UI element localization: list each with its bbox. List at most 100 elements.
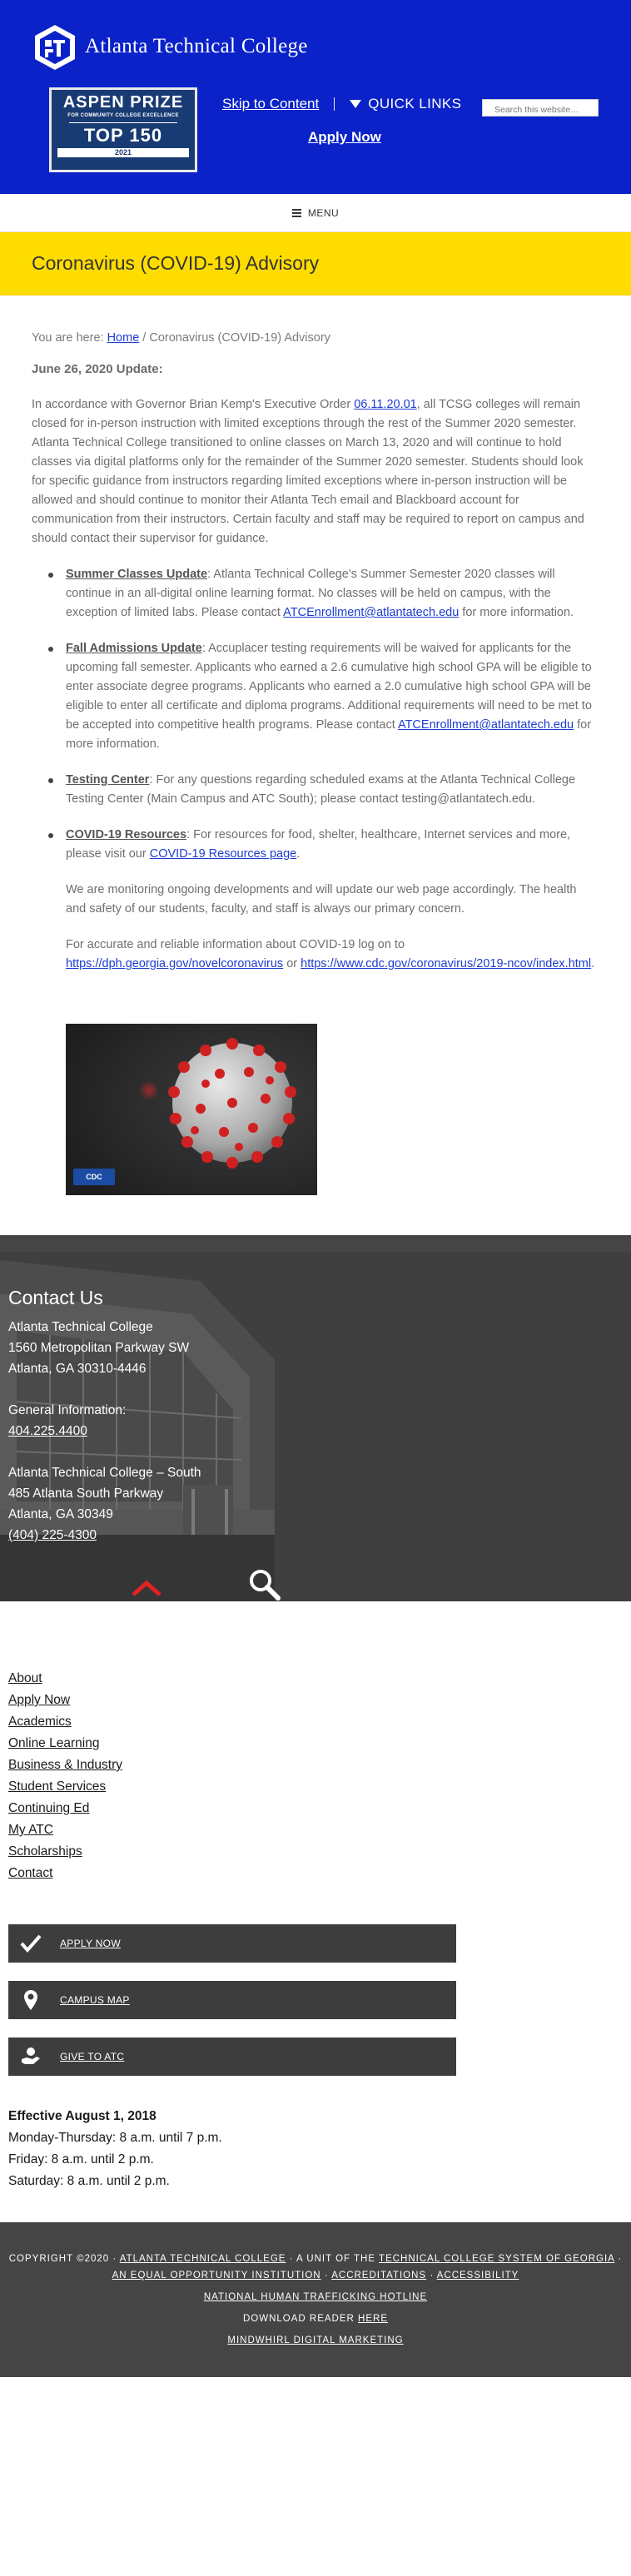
covid-resources-title: COVID-19 Resources bbox=[66, 828, 187, 841]
give-to-atc-button-label: GIVE TO ATC bbox=[60, 2051, 125, 2062]
triangle-down-icon bbox=[350, 100, 362, 108]
download-reader-text: DOWNLOAD READER bbox=[242, 2314, 355, 2324]
download-reader-line: DOWNLOAD READER HERE bbox=[0, 2310, 631, 2327]
quick-links-toggle[interactable]: QUICK LINKS bbox=[350, 96, 461, 112]
search-input[interactable] bbox=[482, 99, 599, 117]
breadcrumb-separator: / bbox=[142, 331, 147, 345]
lead-text-after: , all TCSG colleges will remain closed f… bbox=[32, 398, 584, 545]
copyright-dot: · bbox=[618, 2254, 623, 2264]
action-buttons: APPLY NOW CAMPUS MAP GIVE TO ATC bbox=[0, 1884, 631, 2076]
south-phone-link[interactable]: (404) 225-4300 bbox=[8, 1528, 97, 1542]
update-list: Summer Classes Update: Atlanta Technical… bbox=[48, 565, 599, 864]
footer-link-online-learning[interactable]: Online Learning bbox=[8, 1733, 631, 1755]
summer-classes-after: for more information. bbox=[459, 606, 574, 619]
college-name: Atlanta Technical College bbox=[85, 35, 308, 57]
contact-section: Contact Us Atlanta Technical College 156… bbox=[0, 1235, 631, 1601]
enrollment-email-link[interactable]: ATCEnrollment@atlantatech.edu bbox=[398, 718, 574, 732]
cdc-logo-badge: CDC bbox=[73, 1169, 115, 1185]
south-campus-name: Atlanta Technical College – South bbox=[8, 1466, 201, 1480]
hours-weekday: Monday-Thursday: 8 a.m. until 7 p.m. bbox=[8, 2131, 222, 2145]
covid-resources-link[interactable]: COVID-19 Resources page bbox=[150, 847, 297, 861]
hamburger-icon bbox=[291, 207, 301, 219]
page-title-bar: Coronavirus (COVID-19) Advisory bbox=[0, 232, 631, 295]
checkmark-icon bbox=[20, 1933, 42, 1954]
apply-now-link[interactable]: Apply Now bbox=[308, 129, 381, 146]
main-campus-street: 1560 Metropolitan Parkway SW bbox=[8, 1341, 190, 1355]
search-icon[interactable] bbox=[248, 1568, 281, 1601]
trafficking-line: NATIONAL HUMAN TRAFFICKING HOTLINE bbox=[0, 2289, 631, 2305]
site-header: Atlanta Technical College ASPEN PRIZE FO… bbox=[0, 0, 631, 194]
menu-toggle[interactable]: MENU bbox=[0, 194, 631, 232]
coronavirus-image: CDC bbox=[66, 1024, 317, 1195]
enrollment-email-link[interactable]: ATCEnrollment@atlantatech.edu bbox=[283, 606, 459, 619]
campus-map-button-label: CAMPUS MAP bbox=[60, 1994, 130, 2006]
copyright-prefix: COPYRIGHT ©2020 · bbox=[8, 2254, 117, 2264]
aspen-prize-badge: ASPEN PRIZE FOR COMMUNITY COLLEGE EXCELL… bbox=[49, 87, 197, 172]
accessibility-link[interactable]: ACCESSIBILITY bbox=[437, 2271, 519, 2281]
aspen-badge-title: ASPEN PRIZE bbox=[62, 93, 184, 112]
give-to-atc-button[interactable]: GIVE TO ATC bbox=[8, 2037, 456, 2076]
update-date: June 26, 2020 Update: bbox=[32, 362, 163, 376]
footer-link-contact[interactable]: Contact bbox=[8, 1863, 631, 1884]
copyright-dot: · bbox=[430, 2271, 435, 2281]
download-reader-link[interactable]: HERE bbox=[358, 2314, 388, 2324]
footer-link-my-atc[interactable]: My ATC bbox=[8, 1819, 631, 1841]
giving-hand-icon bbox=[20, 2046, 42, 2067]
list-item: COVID-19 Resources: For resources for fo… bbox=[48, 826, 599, 864]
footer-link-apply-now[interactable]: Apply Now bbox=[8, 1690, 631, 1711]
info-or: or bbox=[283, 957, 301, 970]
copyright-line: COPYRIGHT ©2020 · ATLANTA TECHNICAL COLL… bbox=[0, 2251, 631, 2284]
chevron-up-icon[interactable] bbox=[132, 1580, 161, 1596]
footer-link-about[interactable]: About bbox=[8, 1668, 631, 1690]
hours-saturday: Saturday: 8 a.m. until 2 p.m. bbox=[8, 2174, 170, 2188]
copyright-dot: · bbox=[324, 2271, 329, 2281]
list-item: Fall Admissions Update: Accuplacer testi… bbox=[48, 639, 599, 754]
hours-title: Effective August 1, 2018 bbox=[8, 2109, 157, 2123]
unit-of-text: · A UNIT OF THE bbox=[289, 2254, 376, 2264]
hours-friday: Friday: 8 a.m. until 2 p.m. bbox=[8, 2152, 154, 2167]
campus-map-button[interactable]: CAMPUS MAP bbox=[8, 1981, 456, 2019]
office-hours: Effective August 1, 2018 Monday-Thursday… bbox=[0, 2094, 631, 2192]
footer-link-academics[interactable]: Academics bbox=[8, 1711, 631, 1733]
quick-links-label: QUICK LINKS bbox=[368, 96, 462, 112]
header-links: Skip to Content QUICK LINKS bbox=[222, 96, 461, 112]
info-after: . bbox=[591, 957, 595, 970]
main-content: You are here: Home / Coronavirus (COVID-… bbox=[0, 295, 631, 1235]
accreditations-link[interactable]: ACCREDITATIONS bbox=[331, 2271, 426, 2281]
lead-paragraph: In accordance with Governor Brian Kemp's… bbox=[32, 395, 599, 548]
main-campus-city: Atlanta, GA 30310-4446 bbox=[8, 1362, 147, 1376]
equal-opportunity-link[interactable]: AN EQUAL OPPORTUNITY INSTITUTION bbox=[112, 2271, 321, 2281]
info-text-before: For accurate and reliable information ab… bbox=[66, 938, 405, 951]
general-phone-link[interactable]: 404.225.4400 bbox=[8, 1424, 87, 1438]
footer-link-student-services[interactable]: Student Services bbox=[8, 1776, 631, 1798]
main-campus-name: Atlanta Technical College bbox=[8, 1320, 153, 1334]
breadcrumb: You are here: Home / Coronavirus (COVID-… bbox=[32, 329, 599, 348]
page-title: Coronavirus (COVID-19) Advisory bbox=[32, 252, 320, 274]
human-trafficking-hotline-link[interactable]: NATIONAL HUMAN TRAFFICKING HOTLINE bbox=[204, 2292, 427, 2302]
apply-now-button[interactable]: APPLY NOW bbox=[8, 1924, 456, 1963]
aspen-badge-subtitle: FOR COMMUNITY COLLEGE EXCELLENCE bbox=[67, 113, 179, 118]
list-item: Summer Classes Update: Atlanta Technical… bbox=[48, 565, 599, 623]
contact-heading: Contact Us bbox=[8, 1287, 103, 1308]
footer-link-scholarships[interactable]: Scholarships bbox=[8, 1841, 631, 1863]
skip-to-content-link[interactable]: Skip to Content bbox=[222, 96, 319, 112]
info-paragraph: For accurate and reliable information ab… bbox=[66, 936, 599, 974]
footer-link-business-industry[interactable]: Business & Industry bbox=[8, 1755, 631, 1776]
south-campus-street: 485 Atlanta South Parkway bbox=[8, 1487, 164, 1501]
monitoring-paragraph: We are monitoring ongoing developments a… bbox=[66, 883, 577, 916]
site-logo[interactable]: Atlanta Technical College bbox=[32, 23, 308, 72]
executive-order-link[interactable]: 06.11.20.01 bbox=[354, 398, 417, 411]
copyright-footer: COPYRIGHT ©2020 · ATLANTA TECHNICAL COLL… bbox=[0, 2222, 631, 2377]
breadcrumb-home-link[interactable]: Home bbox=[107, 331, 140, 345]
cdc-link[interactable]: https://www.cdc.gov/coronavirus/2019-nco… bbox=[301, 957, 591, 970]
mindwhirl-link[interactable]: MINDWHIRL DIGITAL MARKETING bbox=[227, 2335, 403, 2345]
fall-admissions-title: Fall Admissions Update bbox=[66, 642, 202, 655]
college-home-link[interactable]: ATLANTA TECHNICAL COLLEGE bbox=[120, 2254, 286, 2264]
atc-logo-icon bbox=[35, 25, 75, 70]
footer-link-continuing-ed[interactable]: Continuing Ed bbox=[8, 1798, 631, 1819]
georgia-dph-link[interactable]: https://dph.georgia.gov/novelcoronavirus bbox=[66, 957, 283, 970]
list-item: Testing Center: For any questions regard… bbox=[48, 771, 599, 809]
agency-line: MINDWHIRL DIGITAL MARKETING bbox=[0, 2332, 631, 2349]
menu-label: MENU bbox=[307, 206, 340, 219]
tcsg-link[interactable]: TECHNICAL COLLEGE SYSTEM OF GEORGIA bbox=[379, 2254, 614, 2264]
